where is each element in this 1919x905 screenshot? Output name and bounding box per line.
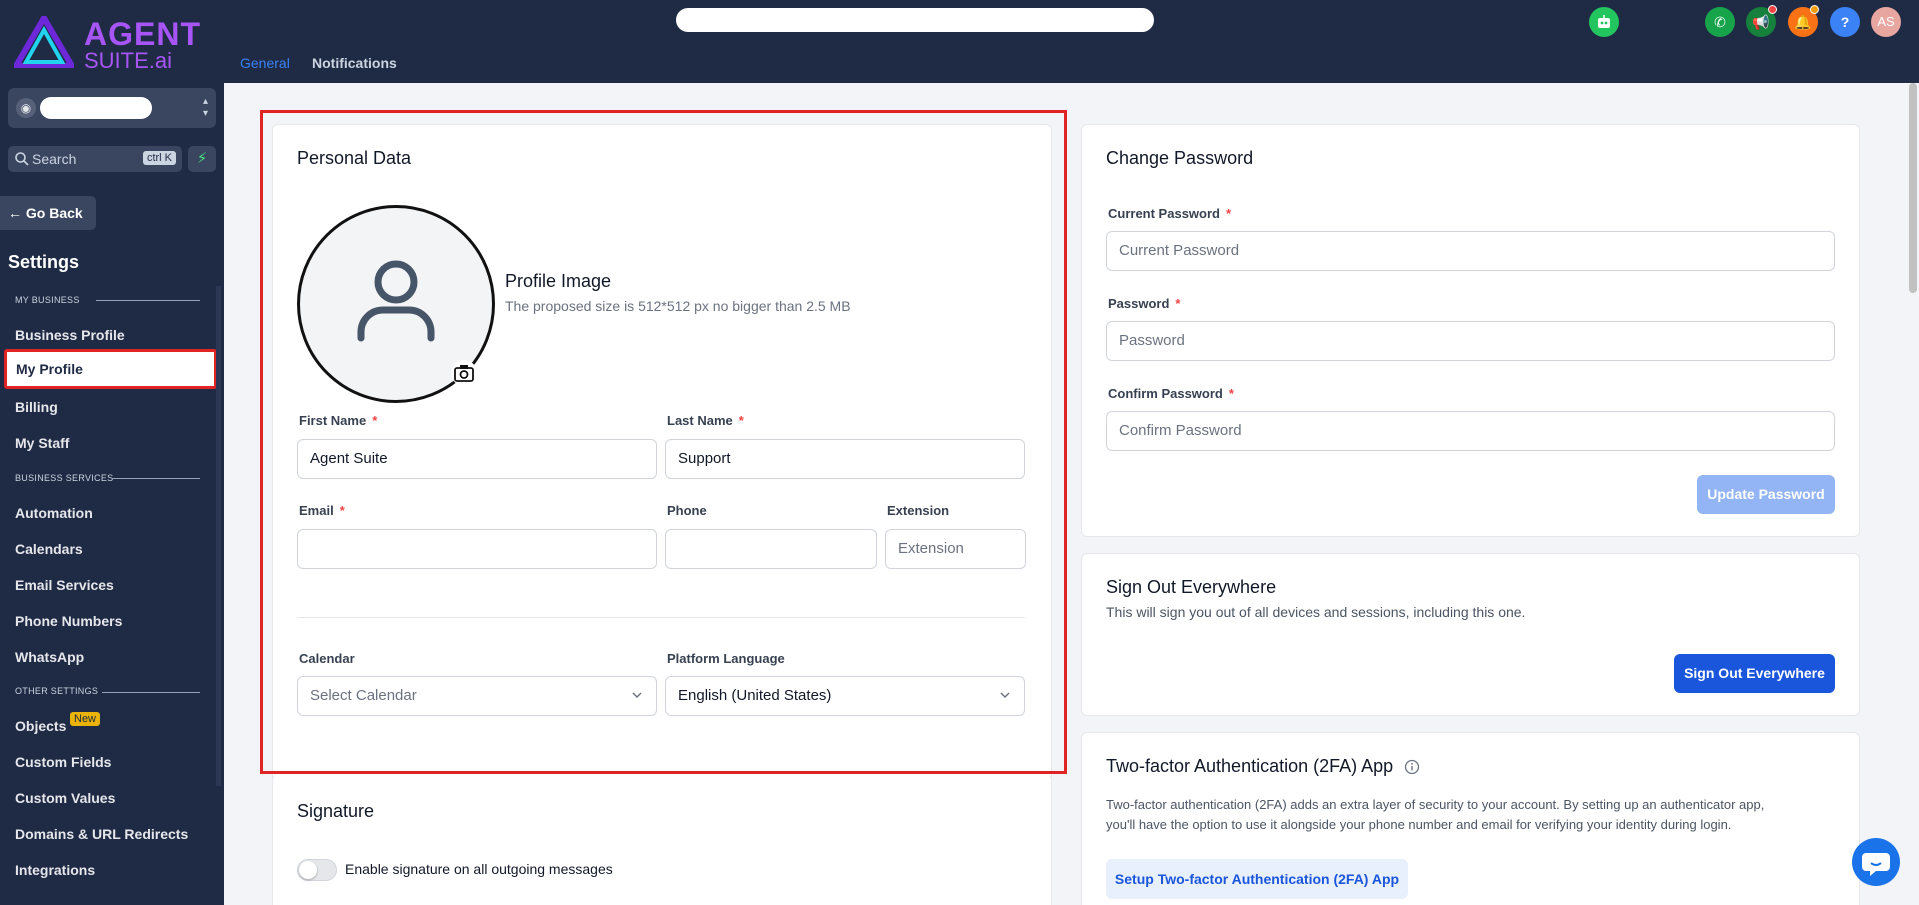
section-divider xyxy=(112,478,200,479)
label-text: Password xyxy=(1108,296,1170,311)
sidebar-item-calendars[interactable]: Calendars xyxy=(15,541,83,557)
search-icon xyxy=(15,152,29,166)
account-name-redacted xyxy=(40,97,152,119)
tab-notifications[interactable]: Notifications xyxy=(312,55,397,71)
signature-toggle[interactable] xyxy=(297,859,337,881)
phone-icon[interactable]: ✆ xyxy=(1705,7,1735,37)
required-mark: * xyxy=(1225,206,1232,221)
confirm-password-field[interactable]: Confirm Password xyxy=(1106,411,1835,451)
section-divider xyxy=(102,692,200,693)
chat-icon xyxy=(1862,853,1890,876)
setup-2fa-button[interactable]: Setup Two-factor Authentication (2FA) Ap… xyxy=(1106,859,1408,899)
label-text: Confirm Password xyxy=(1108,386,1223,401)
sidebar-item-email-services[interactable]: Email Services xyxy=(15,577,114,593)
sidebar-item-my-staff[interactable]: My Staff xyxy=(15,435,69,451)
sidebar-item-business-profile[interactable]: Business Profile xyxy=(15,327,125,343)
brand-logo[interactable]: AGENT SUITE.ai xyxy=(14,14,214,73)
required-mark: * xyxy=(1175,296,1181,311)
label-text: Current Password xyxy=(1108,206,1220,221)
help-icon[interactable]: ? xyxy=(1830,7,1860,37)
signature-title: Signature xyxy=(297,801,375,821)
sidebar-item-objects[interactable]: Objects xyxy=(15,718,66,734)
section-divider xyxy=(96,300,200,301)
tab-general[interactable]: General xyxy=(240,55,290,71)
settings-title: Settings xyxy=(8,252,80,272)
account-switcher[interactable]: ◉ ▴ ▾ xyxy=(8,88,216,128)
two-factor-title: Two-factor Authentication (2FA) App xyxy=(1106,756,1394,776)
two-factor-description-1: Two-factor authentication (2FA) adds an … xyxy=(1106,797,1765,812)
section-label-business-services: BUSINESS SERVICES xyxy=(15,473,114,483)
sidebar: AGENT SUITE.ai ◉ ▴ ▾ Search ctrl K ⚡ ← Go… xyxy=(0,0,224,905)
sidebar-item-integrations[interactable]: Integrations xyxy=(15,862,95,878)
two-factor-title-row: Two-factor Authentication (2FA) App xyxy=(1106,756,1420,777)
change-password-title: Change Password xyxy=(1106,148,1254,168)
signature-toggle-label: Enable signature on all outgoing message… xyxy=(345,861,613,877)
new-badge: New xyxy=(70,712,101,726)
required-mark: * xyxy=(1228,386,1234,401)
password-field[interactable]: Password xyxy=(1106,321,1835,361)
bell-icon[interactable]: 🔔 xyxy=(1788,5,1819,37)
sidebar-item-label: My Profile xyxy=(16,361,83,377)
chevron-updown-icon: ▴ ▾ xyxy=(202,96,208,119)
current-password-label: Current Password * xyxy=(1108,206,1231,221)
update-password-button[interactable]: Update Password xyxy=(1697,475,1835,514)
quick-action-bolt-icon[interactable]: ⚡ xyxy=(188,146,216,172)
sidebar-item-custom-values[interactable]: Custom Values xyxy=(15,790,115,806)
signature-card xyxy=(272,774,1052,905)
sidebar-item-billing[interactable]: Billing xyxy=(15,399,58,415)
highlight-box xyxy=(260,110,1067,774)
confirm-password-label: Confirm Password * xyxy=(1108,386,1234,401)
megaphone-icon[interactable]: 📢 xyxy=(1746,5,1777,37)
sign-out-everywhere-button[interactable]: Sign Out Everywhere xyxy=(1674,654,1835,693)
sidebar-item-my-profile[interactable]: My Profile xyxy=(4,349,217,389)
scrollbar-thumb[interactable] xyxy=(1909,83,1917,293)
sidebar-item-domains-url-redirects[interactable]: Domains & URL Redirects xyxy=(15,826,188,842)
go-back-button[interactable]: ← Go Back xyxy=(0,196,96,230)
user-avatar[interactable]: AS xyxy=(1871,7,1901,37)
section-label-my-business: MY BUSINESS xyxy=(15,295,80,305)
sidebar-item-phone-numbers[interactable]: Phone Numbers xyxy=(15,613,122,629)
go-back-label: Go Back xyxy=(25,205,83,221)
current-password-field[interactable]: Current Password xyxy=(1106,231,1835,271)
search-shortcut: ctrl K xyxy=(142,151,176,165)
sidebar-item-whatsapp[interactable]: WhatsApp xyxy=(15,649,84,665)
notification-dot xyxy=(1810,5,1819,14)
ai-assistant-icon[interactable] xyxy=(1589,7,1619,37)
location-icon: ◉ xyxy=(16,98,36,118)
sidebar-item-custom-fields[interactable]: Custom Fields xyxy=(15,754,111,770)
brand-line2: SUITE.ai xyxy=(84,48,173,73)
sidebar-scrollbar[interactable] xyxy=(216,286,221,786)
logo-icon xyxy=(14,16,74,68)
password-label: Password * xyxy=(1108,296,1180,311)
section-label-other-settings: OTHER SETTINGS xyxy=(15,686,99,696)
sign-out-title: Sign Out Everywhere xyxy=(1106,577,1277,597)
sidebar-search[interactable]: Search ctrl K xyxy=(8,146,182,172)
sign-out-description: This will sign you out of all devices an… xyxy=(1106,604,1526,620)
sidebar-item-automation[interactable]: Automation xyxy=(15,505,93,521)
page-scrollbar[interactable] xyxy=(1909,83,1917,893)
two-factor-description-2: you'll have the option to use it alongsi… xyxy=(1106,817,1732,832)
notification-dot xyxy=(1768,5,1777,14)
top-header: General Notifications ✆ 📢 🔔 ? AS xyxy=(224,0,1919,83)
redacted-banner xyxy=(676,8,1154,32)
search-placeholder: Search xyxy=(32,151,77,167)
info-icon[interactable] xyxy=(1404,759,1420,775)
chat-widget-button[interactable] xyxy=(1852,838,1900,886)
